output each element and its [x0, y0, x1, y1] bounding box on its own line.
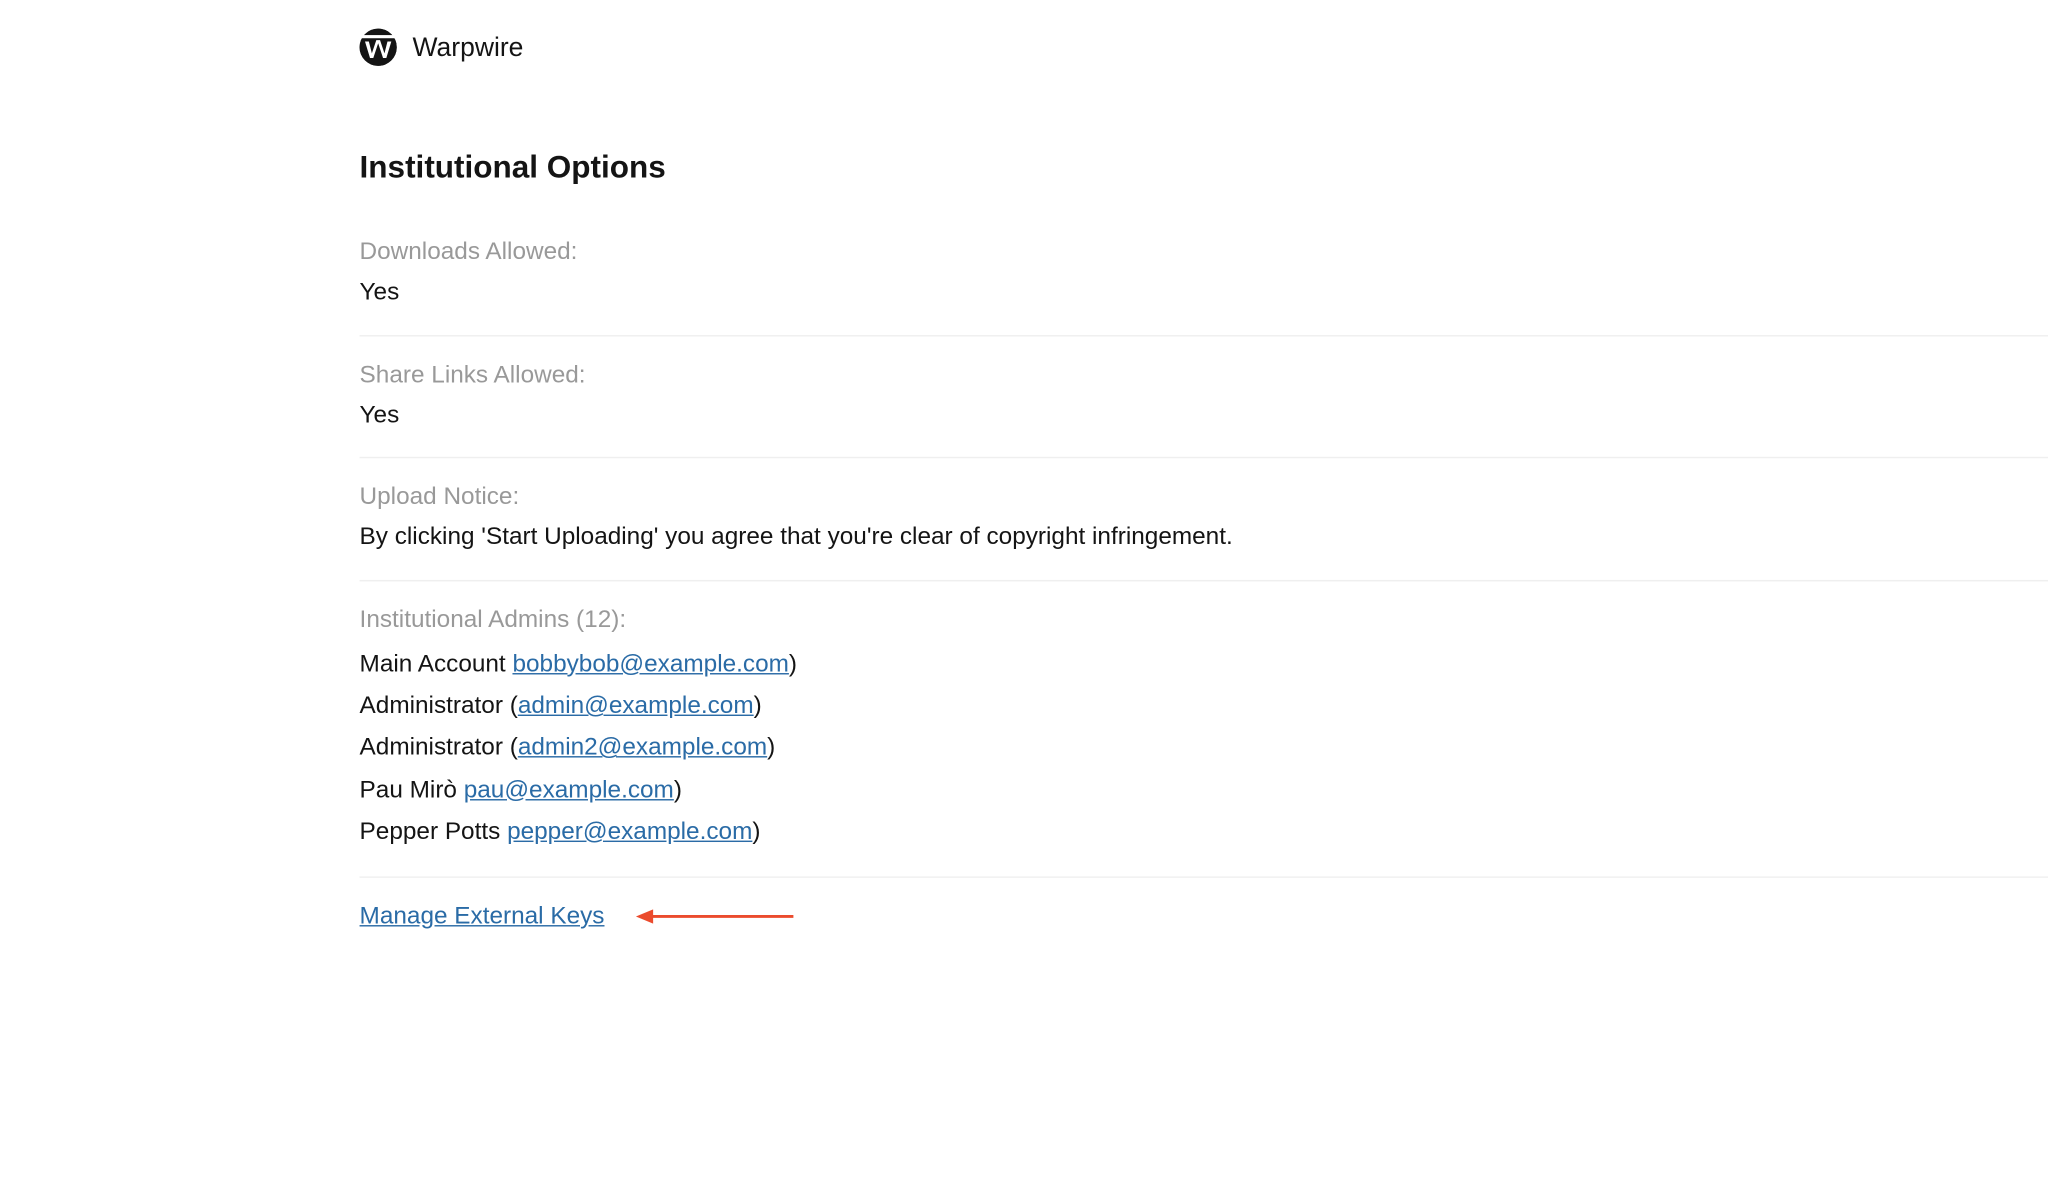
header: Warpwire Account: [308, 0, 2048, 97]
main-content: Institutional Options Downloads Allowed:…: [308, 97, 2048, 931]
admin-name: Pepper Potts: [360, 817, 508, 844]
admin-row: Main Account bobbybob@example.com): [360, 643, 2048, 685]
admin-row: Administrator (admin2@example.com): [360, 727, 2048, 769]
admin-email-link[interactable]: pau@example.com: [464, 776, 674, 803]
admin-row: Administrator (admin@example.com): [360, 685, 2048, 727]
admin-suffix: ): [789, 650, 797, 677]
admin-suffix: ): [674, 776, 682, 803]
option-share-links: Share Links Allowed: Yes: [360, 360, 2048, 458]
share-links-label: Share Links Allowed:: [360, 360, 2048, 389]
admin-row: Pau Mirò pau@example.com): [360, 768, 2048, 810]
page-title: Institutional Options: [360, 149, 2048, 186]
option-admins: Institutional Admins (12): Main Account …: [360, 606, 2048, 878]
admins-label: Institutional Admins (12):: [360, 606, 2048, 635]
upload-notice-label: Upload Notice:: [360, 483, 2048, 512]
admin-suffix: ): [767, 734, 775, 761]
admin-name: Administrator (: [360, 734, 518, 761]
manage-keys-row: Manage External Keys: [360, 902, 2048, 931]
upload-notice-value: By clicking 'Start Uploading' you agree …: [360, 520, 2048, 555]
annotation-arrow-icon: [636, 907, 794, 927]
admins-list: Main Account bobbybob@example.com)Admini…: [360, 643, 2048, 852]
admin-email-link[interactable]: admin2@example.com: [518, 734, 767, 761]
admin-suffix: ): [754, 692, 762, 719]
admin-email-link[interactable]: pepper@example.com: [507, 817, 752, 844]
option-upload-notice: Upload Notice: By clicking 'Start Upload…: [360, 483, 2048, 581]
option-downloads: Downloads Allowed: Yes: [360, 238, 2048, 336]
admin-name: Administrator (: [360, 692, 518, 719]
admin-email-link[interactable]: admin@example.com: [518, 692, 754, 719]
brand-name: Warpwire: [413, 32, 524, 64]
warpwire-logo-icon: [360, 29, 397, 66]
admin-suffix: ): [752, 817, 760, 844]
downloads-value: Yes: [360, 275, 2048, 310]
admin-name: Main Account: [360, 650, 513, 677]
admin-row: Pepper Potts pepper@example.com): [360, 810, 2048, 852]
manage-external-keys-link[interactable]: Manage External Keys: [360, 902, 605, 931]
downloads-label: Downloads Allowed:: [360, 238, 2048, 267]
share-links-value: Yes: [360, 398, 2048, 433]
admin-email-link[interactable]: bobbybob@example.com: [512, 650, 788, 677]
admin-name: Pau Mirò: [360, 776, 464, 803]
brand-logo[interactable]: Warpwire: [360, 29, 524, 66]
